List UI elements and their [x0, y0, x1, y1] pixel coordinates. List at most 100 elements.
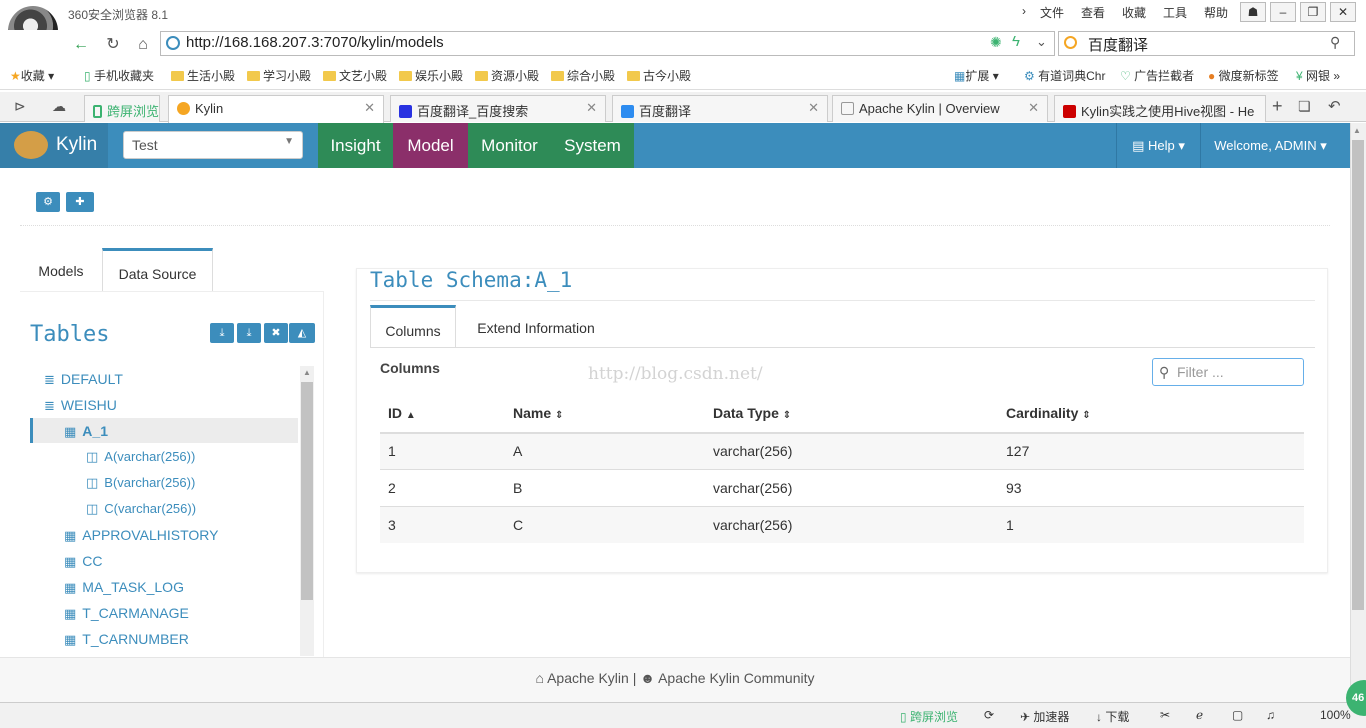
bookmark-ent[interactable]: 娱乐小殿 — [399, 67, 463, 84]
settings-icon[interactable]: ⚙ — [36, 192, 60, 212]
tree-column[interactable]: ◫ B(varchar(256)) — [86, 475, 195, 491]
cloud-icon[interactable]: ☁ — [52, 98, 66, 115]
skin-button[interactable]: ☗ — [1240, 2, 1266, 22]
bookmark-life[interactable]: 生活小殿 — [171, 67, 235, 84]
chevron-down-icon[interactable]: ⌄ — [1036, 34, 1047, 50]
load-tree-icon[interactable]: ⤓ — [237, 323, 261, 343]
close-icon[interactable]: ✕ — [1028, 100, 1039, 116]
load-hive-table-icon[interactable]: ⤓ — [210, 323, 234, 343]
nav-insight[interactable]: Insight — [318, 123, 393, 168]
users-icon: ☻ — [640, 670, 655, 686]
tab-cross-screen[interactable]: 跨屏浏览 — [84, 95, 160, 122]
refresh-icon[interactable]: ↻ — [100, 32, 126, 58]
welcome-menu[interactable]: Welcome, ADMIN ▾ — [1200, 123, 1340, 168]
tree-table[interactable]: ▦ APPROVALHISTORY — [64, 527, 218, 544]
status-cross-screen[interactable]: ▯ 跨屏浏览 — [900, 708, 958, 725]
bookmark-misc[interactable]: 综合小殿 — [551, 67, 615, 84]
cell: A — [513, 443, 523, 459]
cell: varchar(256) — [713, 480, 793, 496]
back-arrow-icon[interactable]: ← — [68, 32, 94, 58]
tab-kylin-hive[interactable]: Kylin实践之使用Hive视图 - He — [1054, 95, 1266, 122]
search-engine-icon[interactable] — [1064, 36, 1077, 49]
scroll-up-icon[interactable]: ▲ — [1353, 126, 1361, 135]
tree-db-weishu[interactable]: ≣ WEISHU — [44, 397, 117, 414]
brand-name[interactable]: Kylin — [56, 134, 97, 156]
new-tab-icon[interactable]: + — [1272, 96, 1283, 117]
zoom-level[interactable]: 100% — [1320, 708, 1351, 722]
streaming-chart-icon[interactable]: ◭ — [289, 323, 315, 343]
menu-arrow-icon[interactable]: › — [1022, 4, 1026, 18]
tree-column[interactable]: ◫ A(varchar(256)) — [86, 449, 195, 465]
tree-table[interactable]: ▦ T_CARMANAGE — [64, 605, 189, 622]
tree-table[interactable]: ▦ T_CARNUMBER — [64, 631, 189, 648]
bookmark-mobile[interactable]: ▯ 手机收藏夹 — [84, 67, 154, 84]
speed-icon[interactable]: ✺ — [990, 34, 1002, 51]
home-icon[interactable]: ⌂ — [130, 32, 156, 58]
filter-input[interactable]: ⚲ Filter ... — [1152, 358, 1304, 386]
project-select[interactable]: Test ▼ — [123, 131, 303, 159]
tree-table[interactable]: ▦ CC — [64, 553, 103, 570]
maximize-button[interactable]: ❐ — [1300, 2, 1326, 22]
bookmark-study[interactable]: 学习小殿 — [247, 67, 311, 84]
tab-extend-information[interactable]: Extend Information — [460, 305, 612, 347]
menu-tools[interactable]: 工具 — [1163, 4, 1187, 21]
scroll-up-icon[interactable]: ▲ — [303, 368, 311, 377]
search-icon[interactable]: ⚲ — [1330, 34, 1340, 51]
menu-help[interactable]: 帮助 — [1204, 4, 1228, 21]
tree-column[interactable]: ◫ C(varchar(256)) — [86, 501, 196, 517]
help-menu[interactable]: ▤ Help ▾ — [1116, 123, 1200, 168]
bookmark-ancient[interactable]: 古今小殿 — [627, 67, 691, 84]
unload-table-icon[interactable]: ✖ — [264, 323, 288, 343]
lightning-icon[interactable]: ϟ — [1012, 33, 1020, 50]
status-download[interactable]: ↓ 下载 — [1096, 708, 1129, 725]
bm-bank[interactable]: ¥ 网银 » — [1296, 67, 1340, 84]
menu-view[interactable]: 查看 — [1081, 4, 1105, 21]
nav-model[interactable]: Model — [393, 123, 468, 168]
col-header-cardinality[interactable]: Cardinality ⇕ — [1006, 405, 1091, 421]
bookmark-art[interactable]: 文艺小殿 — [323, 67, 387, 84]
tab-models[interactable]: Models — [20, 248, 102, 292]
bookmark-favorites[interactable]: ★收藏 ▾ — [10, 67, 54, 84]
status-refresh-icon[interactable]: ⟳ — [984, 708, 994, 722]
undo-icon[interactable]: ↶ — [1328, 97, 1341, 115]
add-button[interactable]: ✚ — [66, 192, 94, 212]
footer-link-kylin[interactable]: Apache Kylin — [547, 670, 629, 686]
page-scroll-thumb[interactable] — [1352, 140, 1364, 610]
bm-adblock[interactable]: ♡ 广告拦截者 — [1120, 67, 1194, 84]
tree-scroll-thumb[interactable] — [301, 382, 313, 600]
menu-favorites[interactable]: 收藏 — [1122, 4, 1146, 21]
nav-monitor[interactable]: Monitor — [468, 123, 551, 168]
col-header-id[interactable]: ID ▲ — [388, 405, 416, 421]
status-accelerator[interactable]: ✈ 加速器 — [1020, 708, 1069, 725]
status-cut-icon[interactable]: ✂ — [1160, 708, 1170, 722]
tab-kylin-overview[interactable]: Apache Kylin | Overview ✕ — [832, 95, 1048, 122]
tab-kylin[interactable]: Kylin ✕ — [168, 95, 384, 123]
bm-newtab[interactable]: ● 微度新标签 — [1208, 67, 1279, 84]
col-header-type[interactable]: Data Type ⇕ — [713, 405, 791, 421]
close-icon[interactable]: ✕ — [808, 100, 819, 116]
status-ie-icon[interactable]: ℯ — [1196, 708, 1203, 722]
tab-baidu-translate[interactable]: 百度翻译 ✕ — [612, 95, 828, 122]
close-icon[interactable]: ✕ — [586, 100, 597, 116]
bm-extensions[interactable]: ▦扩展 ▾ — [954, 67, 999, 84]
bookmark-res[interactable]: 资源小殿 — [475, 67, 539, 84]
tree-db-default[interactable]: ≣ DEFAULT — [44, 371, 123, 388]
bm-youdao[interactable]: ⚙ 有道词典Chr — [1024, 67, 1105, 84]
menu-file[interactable]: 文件 — [1040, 4, 1064, 21]
tree-table-a1[interactable]: ▦ A_1 — [64, 423, 108, 440]
col-header-name[interactable]: Name ⇕ — [513, 405, 563, 421]
minimize-button[interactable]: – — [1270, 2, 1296, 22]
cell: 127 — [1006, 443, 1030, 459]
tab-columns[interactable]: Columns — [370, 305, 456, 347]
close-icon[interactable]: ✕ — [364, 100, 375, 116]
footer-link-community[interactable]: Apache Kylin Community — [658, 670, 814, 686]
tree-table[interactable]: ▦ MA_TASK_LOG — [64, 579, 184, 596]
nav-system[interactable]: System — [551, 123, 634, 168]
status-window-icon[interactable]: ▢ — [1232, 708, 1243, 722]
tab-list-icon[interactable]: ❏ — [1298, 98, 1311, 115]
sidebar-toggle-icon[interactable]: ⊳ — [14, 98, 26, 115]
close-window-button[interactable]: ✕ — [1330, 2, 1356, 22]
tab-baidu-search[interactable]: 百度翻译_百度搜索 ✕ — [390, 95, 606, 122]
tab-data-source[interactable]: Data Source — [102, 248, 213, 292]
volume-icon[interactable]: ♫ — [1266, 708, 1275, 722]
